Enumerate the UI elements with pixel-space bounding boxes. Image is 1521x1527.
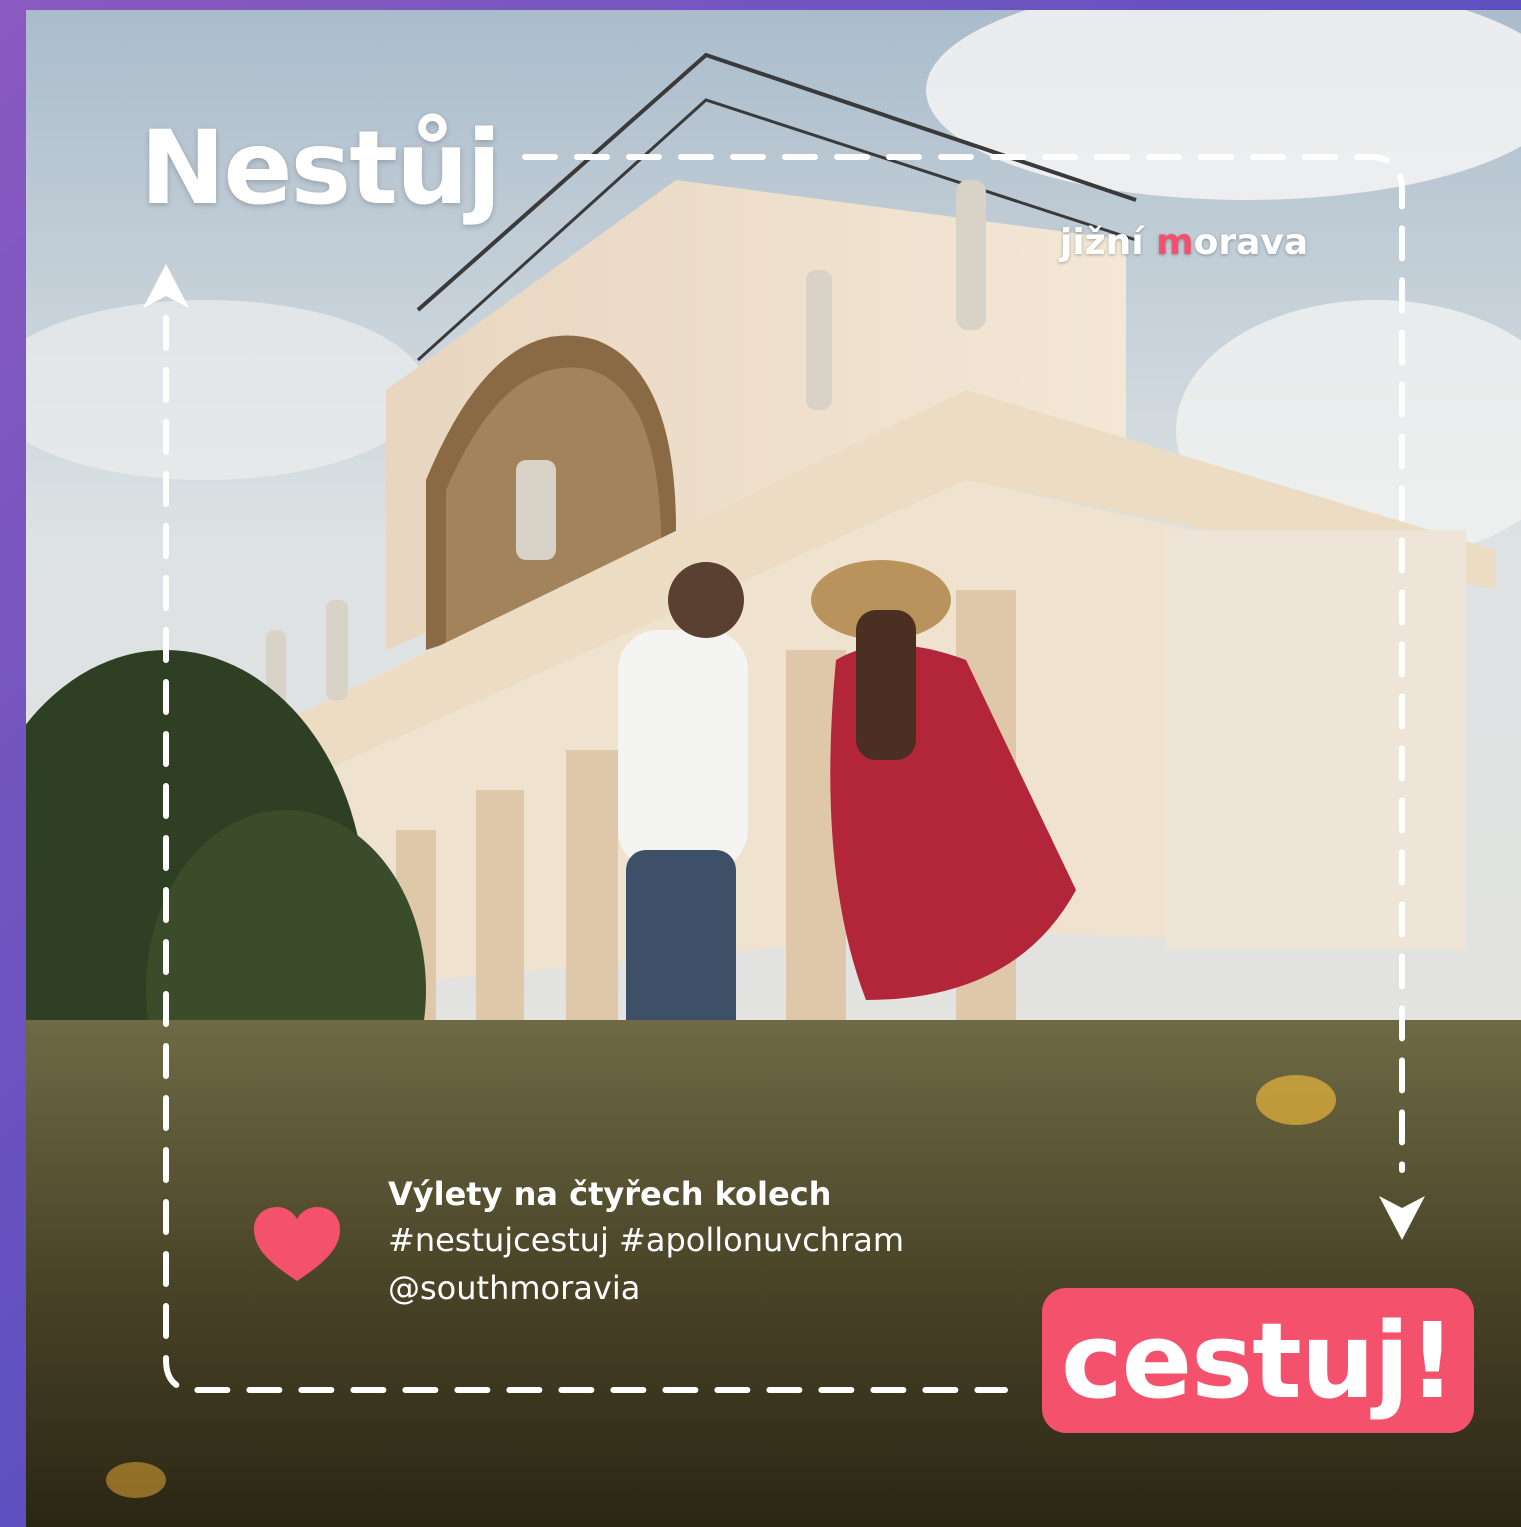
- logo-prefix: jižní: [1060, 222, 1157, 263]
- cta-label: cestuj!: [1061, 1299, 1456, 1422]
- logo-suffix: orava: [1193, 222, 1309, 263]
- logo-accent: m: [1156, 222, 1194, 263]
- post-caption: Výlety na čtyřech kolech #nestujcestuj #…: [388, 1172, 904, 1312]
- heart-icon[interactable]: [252, 1205, 342, 1285]
- headline: Nestůj: [140, 109, 502, 228]
- cta-badge[interactable]: cestuj!: [1042, 1288, 1474, 1433]
- temple-side-wall: [1166, 530, 1466, 950]
- caption-handle[interactable]: @southmoravia: [388, 1264, 904, 1312]
- caption-hashtags[interactable]: #nestujcestuj #apollonuvchram: [388, 1216, 904, 1264]
- brand-logo: jižní morava: [1060, 222, 1308, 263]
- caption-title: Výlety na čtyřech kolech: [388, 1175, 832, 1213]
